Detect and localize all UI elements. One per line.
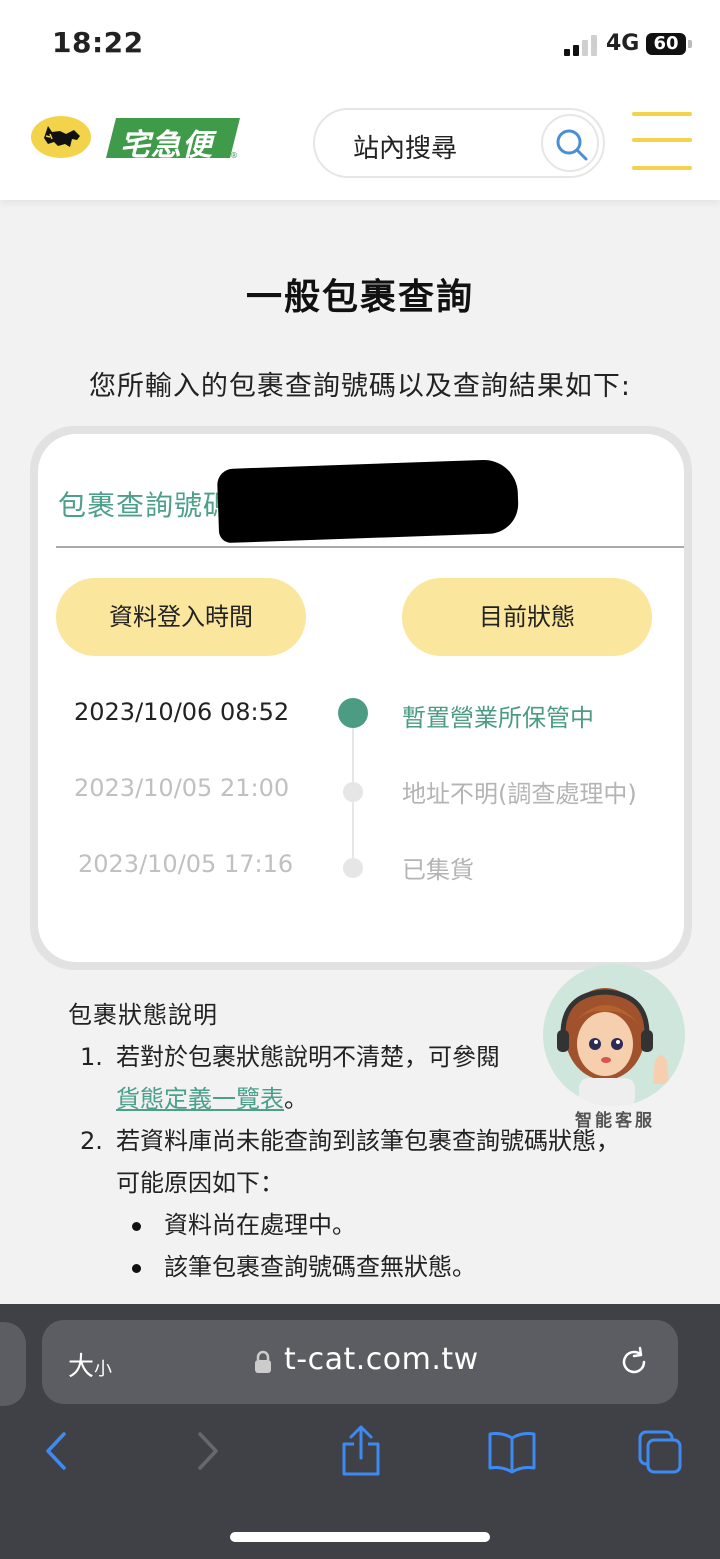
search-input[interactable]: 站內搜尋 bbox=[313, 108, 605, 178]
bullet-icon bbox=[132, 1222, 141, 1231]
forward-button[interactable] bbox=[186, 1424, 236, 1478]
tracking-result-card: 包裹查詢號碼 資料登入時間 目前狀態 2023/10/06 08:52 暫置營業… bbox=[30, 426, 692, 970]
site-header: ® 宅急便 站內搜尋 bbox=[0, 90, 720, 200]
tracking-result-card-inner: 包裹查詢號碼 資料登入時間 目前狀態 2023/10/06 08:52 暫置營業… bbox=[38, 434, 684, 962]
browser-toolbar: 大小 t-cat.com.tw bbox=[0, 1304, 720, 1559]
brand-logo[interactable]: ® 宅急便 bbox=[106, 116, 240, 163]
timeline-status: 已集貨 bbox=[402, 856, 474, 884]
timeline-time: 2023/10/06 08:52 bbox=[74, 698, 290, 726]
bullet-text: 該筆包裹查詢號碼查無狀態。 bbox=[164, 1253, 476, 1281]
search-icon bbox=[556, 129, 588, 161]
bullet-icon bbox=[132, 1264, 141, 1273]
book-icon bbox=[488, 1432, 536, 1474]
note-number: 1. bbox=[80, 1043, 103, 1071]
text-size-small: 小 bbox=[94, 1359, 113, 1380]
assistant-avatar bbox=[543, 964, 685, 1106]
signal-strength-icon bbox=[564, 34, 598, 56]
tabs-icon bbox=[638, 1430, 682, 1474]
timeline-dot bbox=[343, 858, 363, 878]
bookmarks-button[interactable] bbox=[484, 1424, 540, 1478]
battery-icon: 60 bbox=[646, 33, 686, 55]
timeline-row: 2023/10/06 08:52 暫置營業所保管中 bbox=[38, 698, 684, 738]
share-button[interactable] bbox=[336, 1424, 386, 1478]
intro-text: 您所輸入的包裹查詢號碼以及查詢結果如下: bbox=[88, 371, 632, 402]
timeline-status: 暫置營業所保管中 bbox=[402, 704, 594, 732]
note-period: 。 bbox=[284, 1085, 308, 1113]
note-number: 2. bbox=[80, 1127, 103, 1155]
previous-tab-edge[interactable] bbox=[0, 1322, 26, 1406]
battery-tip bbox=[688, 40, 692, 48]
timeline-dot bbox=[343, 782, 363, 802]
lock-icon bbox=[255, 1350, 271, 1373]
tracking-number-label: 包裹查詢號碼 bbox=[58, 489, 233, 522]
column-header-status: 目前狀態 bbox=[402, 578, 652, 656]
hamburger-menu-icon[interactable] bbox=[632, 112, 692, 172]
note-text-cont: 可能原因如下： bbox=[116, 1169, 284, 1197]
status-time: 18:22 bbox=[52, 26, 144, 59]
network-label: 4G bbox=[606, 31, 640, 56]
smart-customer-service-button[interactable]: 智能客服 bbox=[543, 964, 687, 1134]
column-header-time: 資料登入時間 bbox=[56, 578, 306, 656]
svg-text:®: ® bbox=[230, 151, 238, 160]
timeline-time: 2023/10/05 21:00 bbox=[74, 774, 290, 802]
home-indicator[interactable] bbox=[230, 1532, 490, 1542]
chevron-right-icon bbox=[198, 1432, 218, 1470]
status-definition-link[interactable]: 貨態定義一覽表 bbox=[116, 1085, 284, 1113]
redacted-tracking-number bbox=[216, 458, 520, 544]
timeline-dot-active bbox=[338, 698, 368, 728]
text-size-button[interactable]: 大小 bbox=[68, 1346, 112, 1383]
search-placeholder: 站內搜尋 bbox=[353, 134, 458, 164]
list-item: 資料尚在處理中。 bbox=[68, 1204, 698, 1246]
assistant-label: 智能客服 bbox=[575, 1111, 655, 1131]
timeline-time: 2023/10/05 17:16 bbox=[78, 850, 294, 878]
card-divider bbox=[56, 546, 684, 548]
search-button[interactable] bbox=[541, 114, 599, 172]
bullet-text: 資料尚在處理中。 bbox=[164, 1211, 356, 1239]
chevron-left-icon bbox=[46, 1432, 66, 1470]
tabs-button[interactable] bbox=[636, 1424, 686, 1478]
browser-nav-row bbox=[0, 1424, 720, 1484]
page-title: 一般包裹查詢 bbox=[245, 277, 474, 318]
timeline-row: 2023/10/05 17:16 已集貨 bbox=[38, 850, 684, 890]
list-item: 該筆包裹查詢號碼查無狀態。 bbox=[68, 1246, 698, 1288]
url-text: t-cat.com.tw bbox=[284, 1342, 479, 1377]
timeline-row: 2023/10/05 21:00 地址不明(調查處理中) bbox=[38, 774, 684, 814]
reload-icon[interactable] bbox=[618, 1346, 650, 1378]
share-icon bbox=[342, 1425, 380, 1476]
address-bar[interactable]: 大小 t-cat.com.tw bbox=[42, 1320, 678, 1404]
status-bar: 18:22 4G 60 bbox=[0, 0, 720, 90]
timeline-status: 地址不明(調查處理中) bbox=[402, 780, 637, 808]
text-size-big: 大 bbox=[68, 1352, 95, 1382]
black-cat-logo-icon[interactable] bbox=[30, 114, 92, 164]
note-text: 若對於包裹狀態說明不清楚，可參閱 bbox=[116, 1043, 500, 1071]
brand-logo-text: 宅急便 bbox=[120, 128, 213, 163]
back-button[interactable] bbox=[36, 1424, 86, 1478]
